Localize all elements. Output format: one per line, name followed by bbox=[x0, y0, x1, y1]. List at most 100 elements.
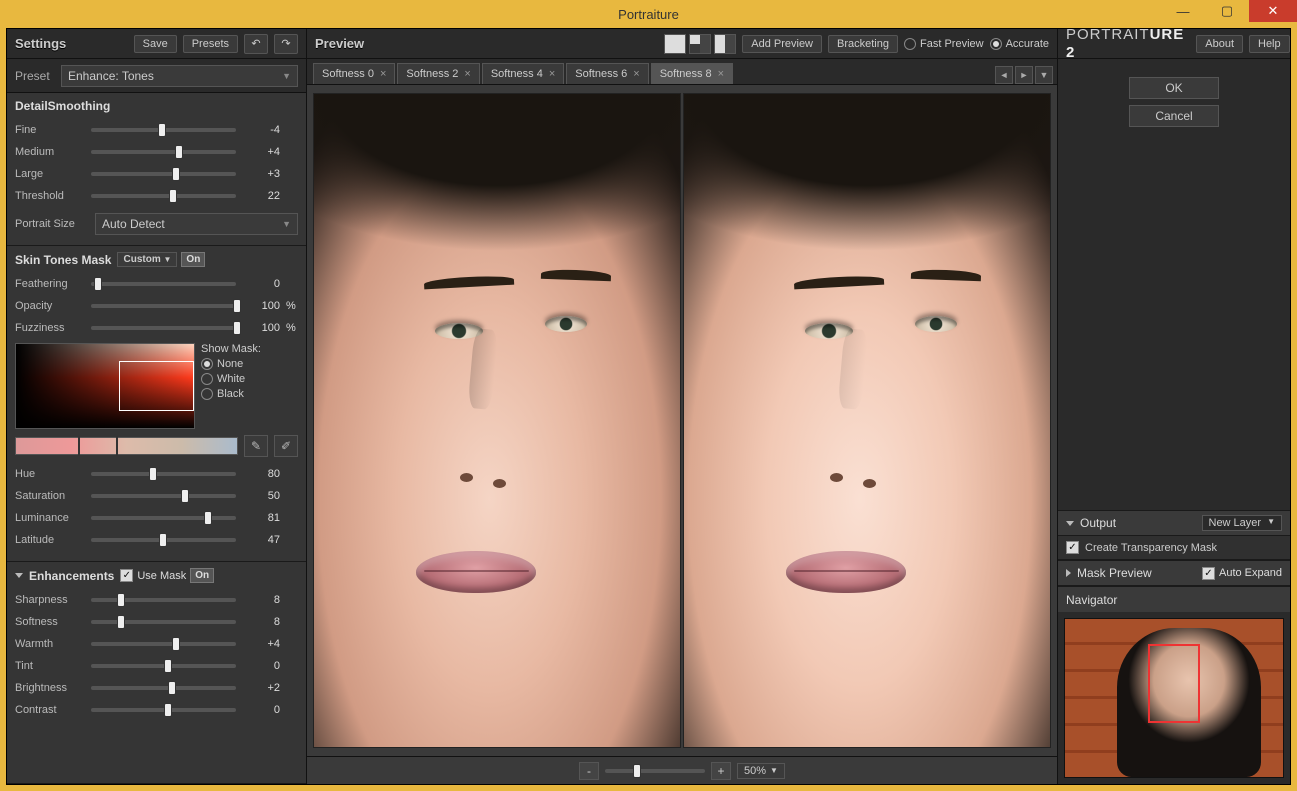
navigator-thumbnail[interactable] bbox=[1064, 618, 1284, 778]
hue-slider[interactable] bbox=[91, 472, 236, 476]
accurate-radio[interactable] bbox=[990, 38, 1002, 50]
about-button[interactable]: About bbox=[1196, 35, 1243, 53]
preview-after[interactable] bbox=[683, 93, 1051, 748]
threshold-slider[interactable] bbox=[91, 194, 236, 198]
brightness-label: Brightness bbox=[15, 682, 85, 694]
warmth-slider[interactable] bbox=[91, 642, 236, 646]
transparency-checkbox[interactable]: ✓ bbox=[1066, 541, 1079, 554]
enhancements-title: Enhancements bbox=[29, 569, 114, 583]
zoom-slider[interactable] bbox=[605, 769, 705, 773]
preview-label: Preview bbox=[315, 36, 364, 51]
ok-button[interactable]: OK bbox=[1129, 77, 1219, 99]
opacity-value: 100 bbox=[242, 300, 280, 312]
large-slider[interactable] bbox=[91, 172, 236, 176]
bracketing-button[interactable]: Bracketing bbox=[828, 35, 898, 53]
tab-close-icon[interactable]: × bbox=[380, 68, 386, 80]
mask-preview-disclosure-icon[interactable] bbox=[1066, 569, 1071, 577]
zoom-out-button[interactable]: - bbox=[579, 762, 599, 780]
view-split-button[interactable] bbox=[714, 34, 736, 54]
fuzziness-value: 100 bbox=[242, 322, 280, 334]
medium-value: +4 bbox=[242, 146, 280, 158]
preview-before[interactable] bbox=[313, 93, 681, 748]
feathering-value: 0 bbox=[242, 278, 280, 290]
mask-none-radio[interactable] bbox=[201, 358, 213, 370]
mask-black-radio[interactable] bbox=[201, 388, 213, 400]
saturation-value: 50 bbox=[242, 490, 280, 502]
threshold-label: Threshold bbox=[15, 190, 85, 202]
preset-select[interactable]: Enhance: Tones▼ bbox=[61, 65, 298, 87]
tab-prev-icon[interactable]: ◄ bbox=[995, 66, 1013, 84]
mask-white-radio[interactable] bbox=[201, 373, 213, 385]
eyedropper-icon[interactable]: ✎ bbox=[244, 435, 268, 457]
warmth-value: +4 bbox=[242, 638, 280, 650]
output-disclosure-icon[interactable] bbox=[1066, 521, 1074, 526]
close-button[interactable]: ✕ bbox=[1249, 0, 1297, 22]
latitude-slider[interactable] bbox=[91, 538, 236, 542]
luminance-slider[interactable] bbox=[91, 516, 236, 520]
hue-value: 80 bbox=[242, 468, 280, 480]
zoom-value-select[interactable]: 50%▼ bbox=[737, 763, 785, 779]
sharpness-label: Sharpness bbox=[15, 594, 85, 606]
enh-on-toggle[interactable]: On bbox=[190, 568, 214, 583]
tab-next-icon[interactable]: ► bbox=[1015, 66, 1033, 84]
opacity-label: Opacity bbox=[15, 300, 85, 312]
undo-icon[interactable]: ↶ bbox=[244, 34, 268, 54]
skin-mode-select[interactable]: Custom ▼ bbox=[117, 252, 177, 267]
portrait-size-select[interactable]: Auto Detect▼ bbox=[95, 213, 298, 235]
contrast-slider[interactable] bbox=[91, 708, 236, 712]
brightness-value: +2 bbox=[242, 682, 280, 694]
tint-slider[interactable] bbox=[91, 664, 236, 668]
latitude-value: 47 bbox=[242, 534, 280, 546]
portrait-size-value: Auto Detect bbox=[102, 217, 165, 231]
tint-value: 0 bbox=[242, 660, 280, 672]
view-stack-button[interactable] bbox=[689, 34, 711, 54]
luminance-value: 81 bbox=[242, 512, 280, 524]
minimize-button[interactable]: — bbox=[1161, 0, 1205, 22]
redo-icon[interactable]: ↷ bbox=[274, 34, 298, 54]
softness-slider[interactable] bbox=[91, 620, 236, 624]
sharpness-slider[interactable] bbox=[91, 598, 236, 602]
tab-softness-4[interactable]: Softness 4× bbox=[482, 63, 564, 84]
tab-softness-2[interactable]: Softness 2× bbox=[397, 63, 479, 84]
cancel-button[interactable]: Cancel bbox=[1129, 105, 1219, 127]
tab-close-icon[interactable]: × bbox=[549, 68, 555, 80]
help-button[interactable]: Help bbox=[1249, 35, 1290, 53]
tab-softness-8[interactable]: Softness 8× bbox=[651, 63, 733, 84]
fine-label: Fine bbox=[15, 124, 85, 136]
tab-close-icon[interactable]: × bbox=[464, 68, 470, 80]
eyedropper-minus-icon[interactable]: ✐ bbox=[274, 435, 298, 457]
skin-on-toggle[interactable]: On bbox=[181, 252, 205, 267]
navigator-viewport[interactable] bbox=[1148, 644, 1200, 723]
color-picker[interactable] bbox=[15, 343, 195, 429]
zoom-in-button[interactable]: + bbox=[711, 762, 731, 780]
fast-preview-radio[interactable] bbox=[904, 38, 916, 50]
add-preview-button[interactable]: Add Preview bbox=[742, 35, 822, 53]
presets-button[interactable]: Presets bbox=[183, 35, 238, 53]
contrast-label: Contrast bbox=[15, 704, 85, 716]
tab-close-icon[interactable]: × bbox=[718, 68, 724, 80]
maximize-button[interactable]: ▢ bbox=[1205, 0, 1249, 22]
save-button[interactable]: Save bbox=[134, 35, 177, 53]
tab-softness-0[interactable]: Softness 0× bbox=[313, 63, 395, 84]
auto-expand-checkbox[interactable]: ✓ bbox=[1202, 567, 1215, 580]
luminance-label: Luminance bbox=[15, 512, 85, 524]
brightness-slider[interactable] bbox=[91, 686, 236, 690]
output-label: Output bbox=[1080, 516, 1116, 530]
fuzziness-slider[interactable] bbox=[91, 326, 236, 330]
medium-slider[interactable] bbox=[91, 150, 236, 154]
enhancements-disclosure-icon[interactable] bbox=[15, 573, 23, 578]
view-single-button[interactable] bbox=[664, 34, 686, 54]
tab-close-icon[interactable]: × bbox=[633, 68, 639, 80]
fine-slider[interactable] bbox=[91, 128, 236, 132]
saturation-slider[interactable] bbox=[91, 494, 236, 498]
transparency-label: Create Transparency Mask bbox=[1085, 542, 1217, 554]
tab-softness-6[interactable]: Softness 6× bbox=[566, 63, 648, 84]
use-mask-checkbox[interactable]: ✓ bbox=[120, 569, 133, 582]
hue-bar[interactable] bbox=[15, 437, 238, 455]
output-select[interactable]: New Layer▼ bbox=[1202, 515, 1283, 531]
fine-value: -4 bbox=[242, 124, 280, 136]
tab-menu-icon[interactable]: ▼ bbox=[1035, 66, 1053, 84]
opacity-slider[interactable] bbox=[91, 304, 236, 308]
feathering-slider[interactable] bbox=[91, 282, 236, 286]
show-mask-label: Show Mask: bbox=[201, 343, 298, 355]
